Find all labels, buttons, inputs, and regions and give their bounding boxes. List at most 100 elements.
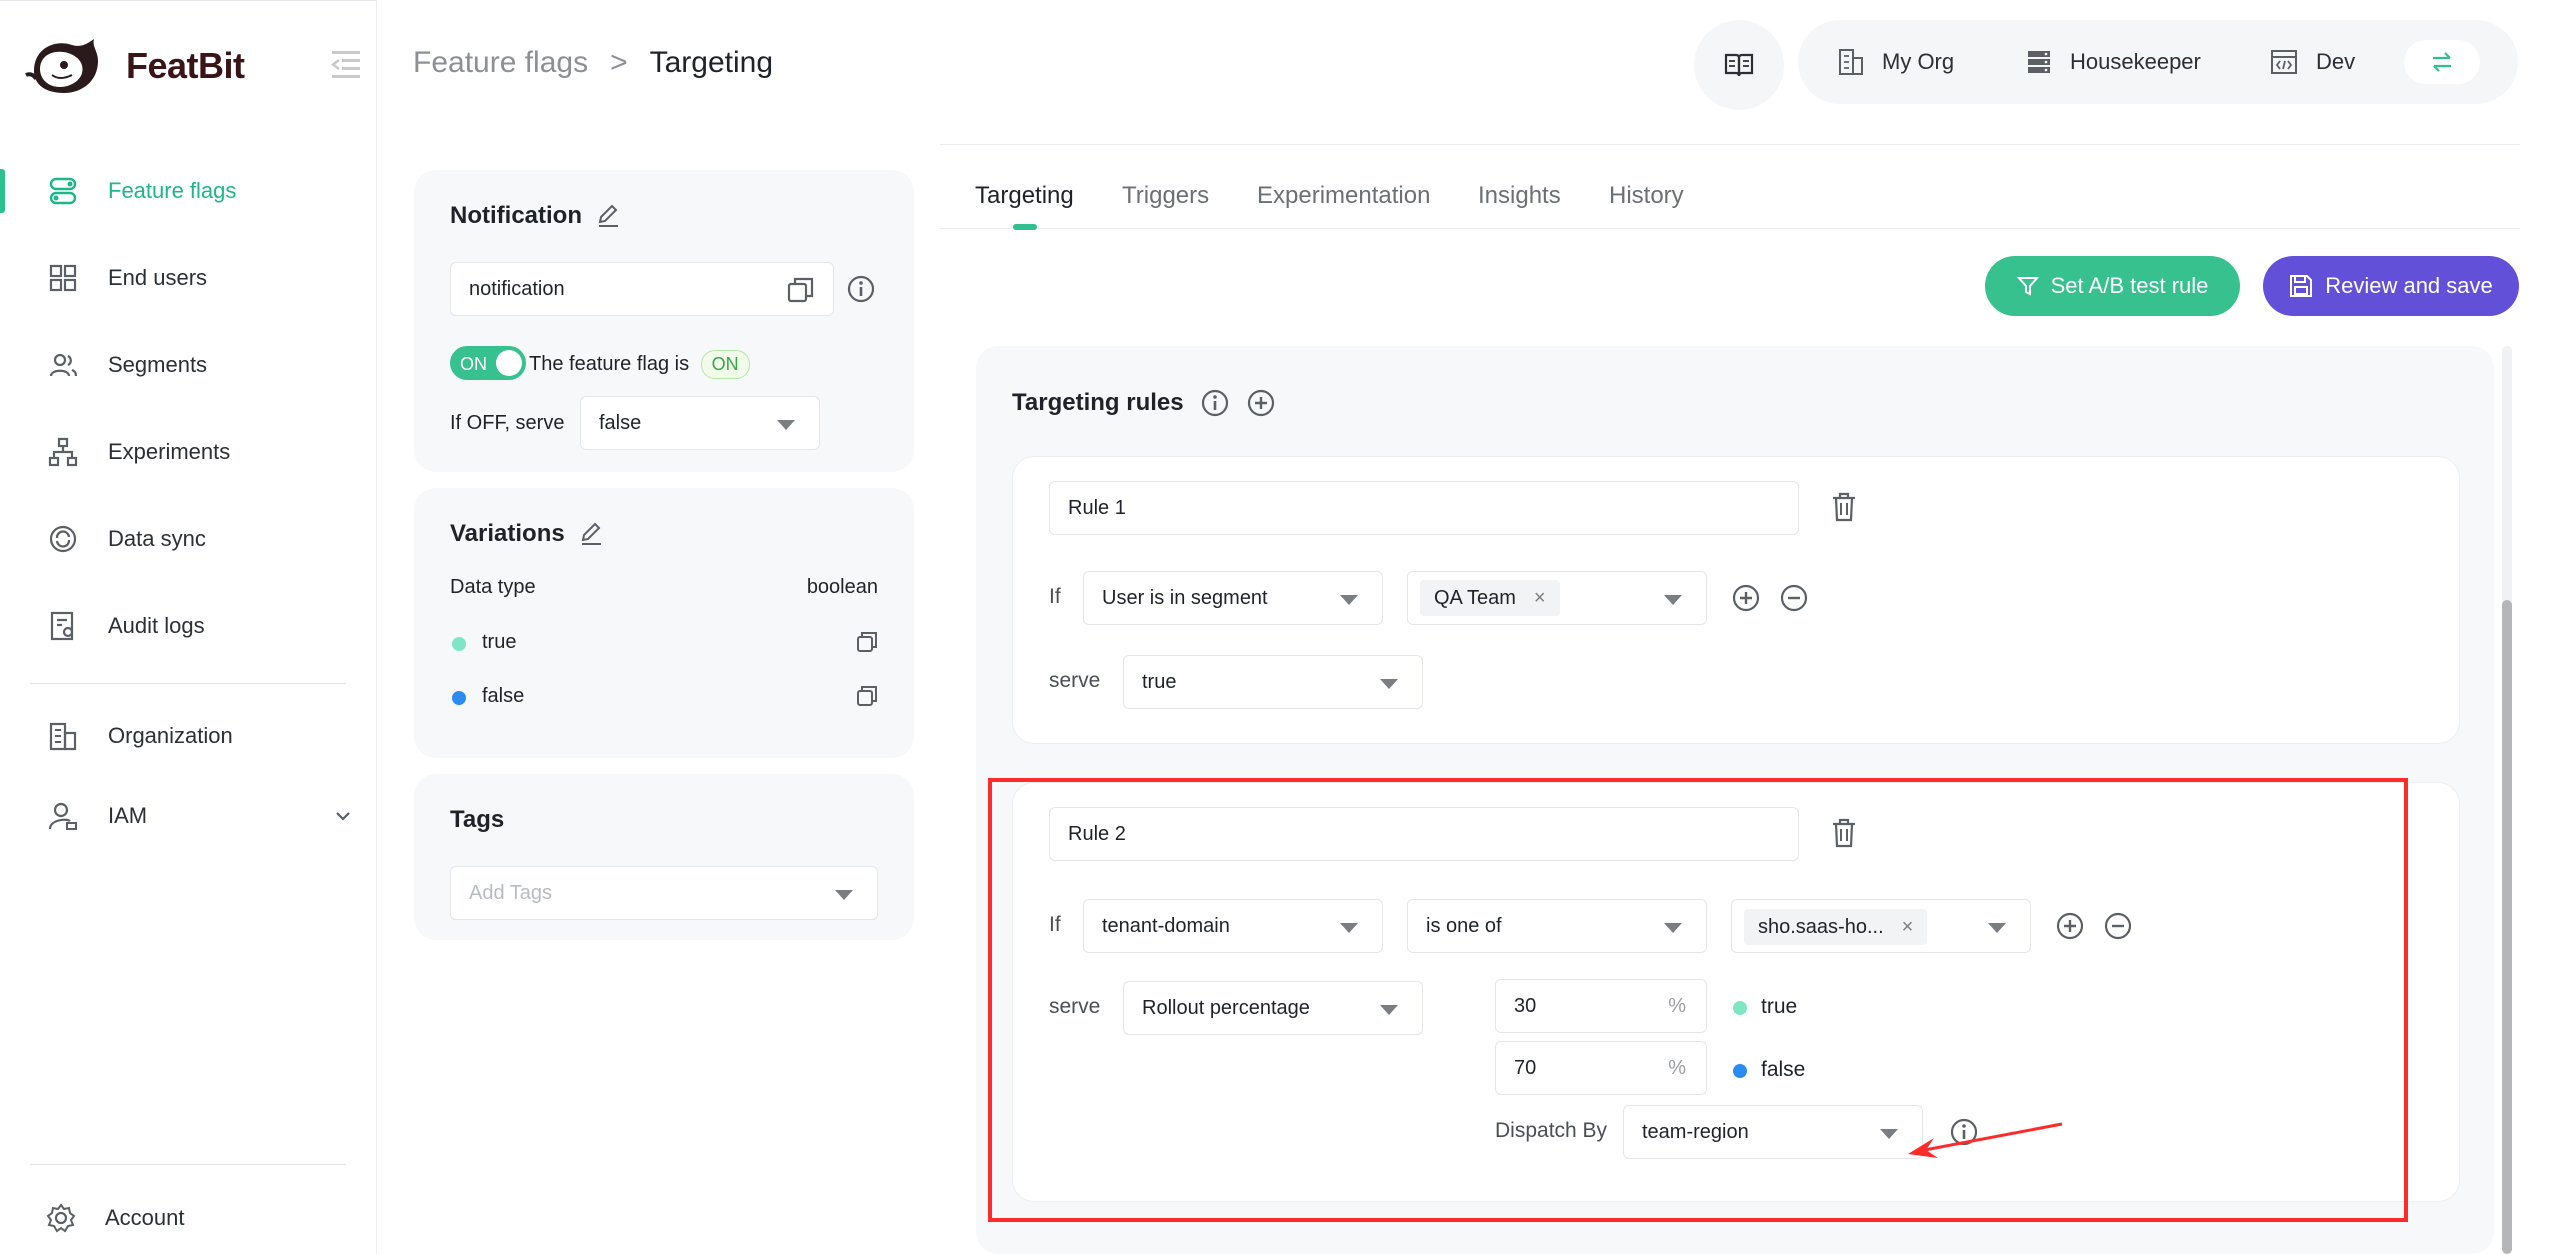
set-ab-test-label: Set A/B test rule [2050, 273, 2209, 298]
tags-select[interactable]: Add Tags [450, 866, 878, 920]
sidebar-item-organization[interactable]: Organization [0, 708, 377, 764]
targeting-rules-title: Targeting rules [1012, 388, 1276, 418]
flag-key-value: notification [469, 277, 565, 300]
project-selector[interactable]: Housekeeper [2026, 20, 2201, 104]
review-and-save-button[interactable]: Review and save [2263, 256, 2519, 316]
edit-icon[interactable] [579, 522, 603, 546]
tab-experimentation[interactable]: Experimentation [1257, 182, 1430, 210]
sidebar-item-label: Experiments [108, 439, 231, 464]
tags-title: Tags [450, 806, 504, 834]
org-name: My Org [1882, 49, 1955, 74]
sidebar-item-iam[interactable]: IAM [0, 788, 377, 844]
active-tab-indicator [1013, 224, 1037, 230]
caret-down-icon [1340, 595, 1358, 605]
collapse-sidebar-icon[interactable] [330, 49, 362, 79]
remove-tag-icon[interactable]: × [1534, 587, 1546, 610]
breadcrumb-current: Targeting [649, 46, 774, 79]
review-and-save-label: Review and save [2325, 273, 2493, 298]
edit-icon[interactable] [596, 204, 620, 228]
code-window-icon [2271, 50, 2297, 74]
if-label: If [1049, 585, 1061, 608]
flag-toggle[interactable]: ON [450, 346, 526, 380]
off-serve-select[interactable]: false [580, 396, 820, 450]
gear-icon [46, 1203, 76, 1233]
caret-down-icon [777, 420, 795, 430]
toggle-knob [496, 350, 522, 376]
remove-condition-icon[interactable] [1779, 583, 1809, 613]
sidebar-item-label: End users [108, 265, 208, 290]
switch-context-button[interactable] [2404, 40, 2480, 84]
copy-icon[interactable] [856, 685, 878, 707]
env-selector[interactable]: Dev [2270, 20, 2355, 104]
info-icon[interactable] [1200, 388, 1230, 418]
data-type-label: Data type [450, 576, 536, 598]
featbit-logo-icon [25, 39, 98, 93]
logo[interactable]: FeatBit [24, 35, 245, 97]
info-icon[interactable] [846, 274, 876, 304]
nav-divider [30, 683, 346, 684]
set-ab-test-button[interactable]: Set A/B test rule [1985, 256, 2240, 316]
variations-title-text: Variations [450, 520, 565, 547]
save-icon [2290, 275, 2313, 297]
docs-button[interactable] [1694, 20, 1784, 110]
flag-key-field[interactable]: notification [450, 262, 834, 316]
sidebar-item-experiments[interactable]: Experiments [0, 424, 377, 480]
sidebar-item-audit-logs[interactable]: Audit logs [0, 598, 377, 654]
variation-false-label: false [482, 685, 525, 707]
sidebar-item-segments[interactable]: Segments [0, 337, 377, 393]
segment-tag-label: QA Team [1434, 586, 1516, 609]
tab-insights[interactable]: Insights [1478, 182, 1561, 210]
breadcrumb-separator: > [610, 46, 628, 79]
sidebar-item-label: Feature flags [108, 178, 237, 203]
add-condition-icon[interactable] [1731, 583, 1761, 613]
rule-card-1: Rule 1 If User is in segment QA Team × s… [1012, 456, 2460, 744]
segment-tag: QA Team × [1420, 580, 1560, 616]
audit-icon [50, 611, 74, 641]
variation-color-dot [452, 691, 466, 705]
sidebar-item-label: IAM [108, 803, 148, 828]
tab-triggers[interactable]: Triggers [1122, 182, 1209, 210]
trash-icon[interactable] [1831, 492, 1857, 522]
variations-title: Variations [450, 520, 603, 548]
chevron-down-icon[interactable] [334, 807, 352, 825]
copy-icon[interactable] [787, 276, 815, 304]
tags-title-text: Tags [450, 806, 505, 833]
rule-name-value: Rule 1 [1068, 496, 1126, 519]
condition-select[interactable]: User is in segment [1083, 571, 1383, 625]
variation-color-dot [452, 637, 466, 651]
segment-select[interactable]: QA Team × [1407, 571, 1707, 625]
variations-panel: Variations Data type boolean true false [414, 488, 914, 758]
breadcrumb: Feature flags > Targeting [413, 46, 773, 80]
off-serve-value: false [599, 411, 642, 434]
sidebar-item-label: Data sync [108, 526, 206, 551]
flag-status: The feature flag is ON [529, 350, 750, 379]
header-divider [940, 144, 2520, 145]
grid-icon [49, 264, 77, 292]
tab-history[interactable]: History [1609, 182, 1684, 210]
app-name: FeatBit [126, 45, 245, 86]
serve-select[interactable]: true [1123, 655, 1423, 709]
flag-title-text: Notification [450, 202, 582, 229]
variation-true-label: true [482, 631, 517, 653]
server-icon [2028, 51, 2050, 73]
tab-targeting[interactable]: Targeting [975, 182, 1074, 210]
sidebar-item-feature-flags[interactable]: Feature flags [0, 163, 377, 219]
sidebar-item-end-users[interactable]: End users [0, 250, 377, 306]
sidebar-item-data-sync[interactable]: Data sync [0, 511, 377, 567]
sidebar-item-label: Account [105, 1205, 185, 1230]
serve-value: true [1142, 670, 1177, 693]
scrollbar-thumb[interactable] [2502, 600, 2512, 1254]
org-selector[interactable]: My Org [1838, 20, 1954, 104]
project-name: Housekeeper [2070, 49, 2201, 74]
sidebar-item-label: Organization [108, 723, 233, 748]
copy-icon[interactable] [856, 631, 878, 653]
user-lock-icon [48, 802, 77, 830]
toggle-icon [49, 177, 77, 205]
add-rule-icon[interactable] [1246, 388, 1276, 418]
rule-name-input[interactable]: Rule 1 [1049, 481, 1799, 535]
breadcrumb-root[interactable]: Feature flags [413, 46, 588, 80]
caret-down-icon [1380, 679, 1398, 689]
building-icon [49, 722, 77, 751]
book-icon [1724, 53, 1754, 77]
sidebar-item-account[interactable]: Account [0, 1190, 377, 1246]
